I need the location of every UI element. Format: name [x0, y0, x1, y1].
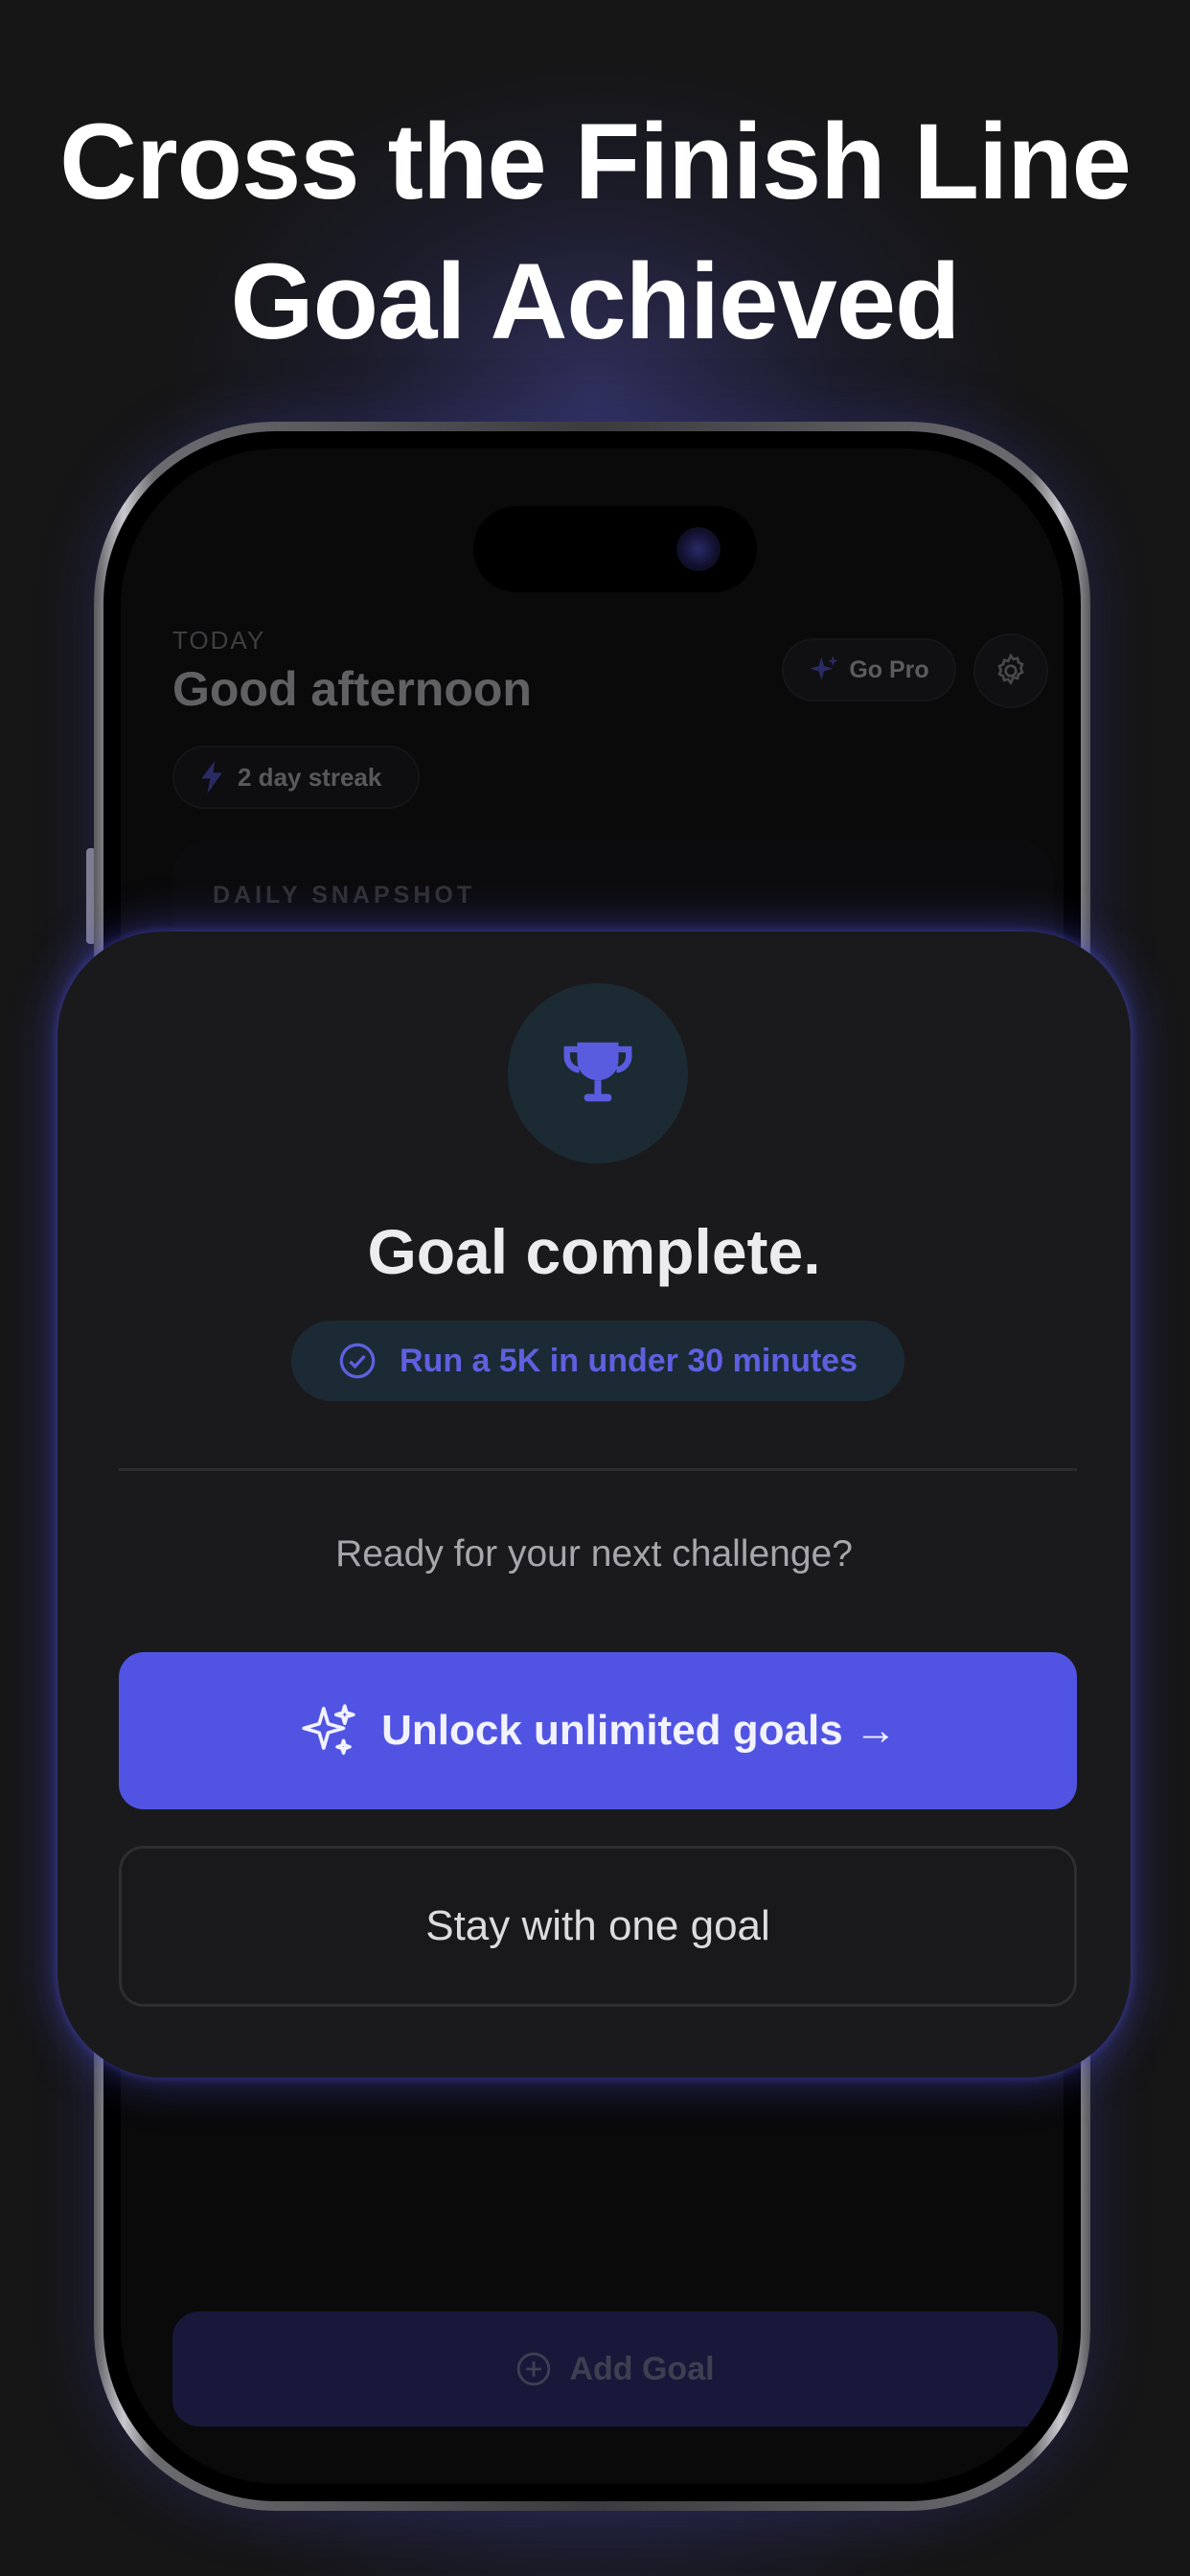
sparkles-icon	[302, 1704, 355, 1756]
stay-with-one-goal-button[interactable]: Stay with one goal	[119, 1846, 1077, 2007]
go-pro-button[interactable]: Go Pro	[782, 638, 956, 702]
add-goal-button[interactable]: Add Goal	[172, 2312, 1058, 2426]
goal-complete-modal: Goal complete. Run a 5K in under 30 minu…	[57, 932, 1131, 2078]
camera-icon	[676, 527, 721, 571]
unlock-unlimited-goals-button[interactable]: Unlock unlimited goals →	[119, 1652, 1077, 1809]
plus-circle-icon	[517, 2352, 551, 2386]
streak-label: 2 day streak	[238, 762, 382, 792]
completed-goal-name: Run a 5K in under 30 minutes	[400, 1342, 858, 1379]
snapshot-label: DAILY SNAPSHOT	[213, 882, 476, 908]
greeting-title: Good afternoon	[172, 662, 532, 716]
modal-title: Goal complete.	[367, 1216, 821, 1287]
today-label: TODAY	[172, 626, 266, 655]
add-goal-label: Add Goal	[569, 2350, 715, 2387]
marketing-headline: Cross the Finish Line Goal Achieved	[0, 92, 1190, 372]
sparkles-icon	[810, 656, 838, 680]
next-challenge-prompt: Ready for your next challenge?	[335, 1533, 853, 1575]
trophy-badge	[508, 983, 688, 1163]
completed-goal-pill: Run a 5K in under 30 minutes	[291, 1321, 904, 1401]
unlock-button-label: Unlock unlimited goals →	[381, 1707, 897, 1754]
streak-badge: 2 day streak	[172, 746, 420, 809]
go-pro-label: Go Pro	[849, 656, 929, 683]
check-circle-icon	[339, 1343, 376, 1379]
divider	[119, 1468, 1077, 1471]
headline-line-2: Goal Achieved	[230, 242, 961, 361]
lightning-icon	[201, 761, 222, 794]
headline-line-1: Cross the Finish Line	[59, 102, 1132, 221]
gear-icon	[997, 653, 1024, 686]
settings-button[interactable]	[973, 633, 1048, 708]
stay-button-label: Stay with one goal	[425, 1902, 770, 1949]
trophy-icon	[563, 1042, 632, 1102]
